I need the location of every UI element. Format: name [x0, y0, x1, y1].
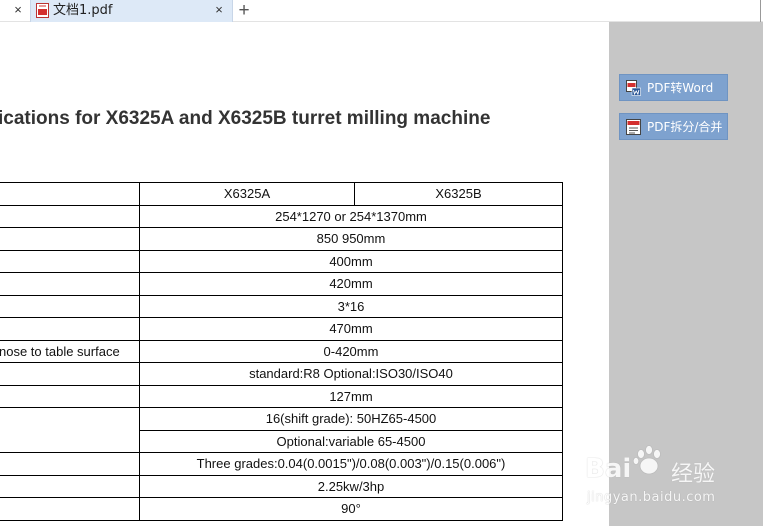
table-row: 420mm: [0, 272, 563, 296]
table-row: 400mm: [0, 249, 563, 273]
pdf-to-word-icon: [626, 80, 641, 96]
tab-document-pdf[interactable]: 文档1.pdf ×: [30, 0, 233, 22]
table-cell-value: 400mm: [139, 249, 563, 273]
table-cell-label: [0, 317, 140, 341]
watermark-url: jingyan.baidu.com: [587, 490, 716, 505]
table-cell-label: [0, 182, 140, 206]
table-cell-value: 3*16: [139, 294, 563, 318]
table-row: 254*1270 or 254*1370mm: [0, 204, 563, 228]
table-cell-value: 127mm: [139, 384, 563, 408]
column-header-x6325a: X6325A: [139, 182, 355, 206]
baidu-paw-icon: [632, 445, 661, 475]
table-cell-label: [0, 474, 140, 498]
table-cell-label: [0, 384, 140, 408]
table-row: 90°: [0, 497, 563, 521]
table-row: 470mm: [0, 317, 563, 341]
pdf-to-word-button[interactable]: PDF转Word: [619, 74, 728, 101]
table-header-row: X6325A X6325B: [0, 182, 563, 206]
table-cell-label: [0, 204, 140, 228]
table-cell-value: 420mm: [139, 272, 563, 296]
tab-title: 文档1.pdf: [53, 3, 113, 18]
table-row: standard:R8 Optional:ISO30/ISO40: [0, 362, 563, 386]
document-page: ications for X6325A and X6325B turret mi…: [0, 22, 609, 526]
watermark-logo-text: Bai: [585, 454, 632, 484]
table-cell-label: [0, 407, 140, 453]
table-row: 127mm: [0, 384, 563, 408]
table-cell-value: 16(shift grade): 50HZ65-4500: [139, 407, 563, 431]
table-cell-label: [0, 294, 140, 318]
table-row: 2.25kw/3hp: [0, 474, 563, 498]
table-cell-label: nose to table surface: [0, 339, 140, 363]
table-cell-value: Three grades:0.04(0.0015")/0.08(0.003")/…: [139, 452, 563, 476]
baidu-jingyan-watermark: Bai 经验 jingyan.baidu.com: [585, 440, 735, 520]
pdf-reader-window: × 文档1.pdf × + ications for X6325A and X6…: [0, 0, 763, 526]
column-header-x6325b: X6325B: [354, 182, 563, 206]
table-row: 16(shift grade): 50HZ65-4500: [0, 407, 563, 453]
table-cell-value: standard:R8 Optional:ISO30/ISO40: [139, 362, 563, 386]
table-cell-label: [0, 249, 140, 273]
table-cell-label: [0, 272, 140, 296]
pdf-split-merge-button[interactable]: PDF拆分/合并: [619, 113, 728, 140]
table-row: 3*16: [0, 294, 563, 318]
table-cell-value: 2.25kw/3hp: [139, 474, 563, 498]
tab-close-icon[interactable]: ×: [212, 2, 226, 18]
watermark-suffix-text: 经验: [671, 462, 716, 487]
table-row: nose to table surface 0-420mm: [0, 339, 563, 363]
tab-bar: × 文档1.pdf × +: [0, 0, 763, 22]
table-cell-label: [0, 362, 140, 386]
table-cell-value: 0-420mm: [139, 339, 563, 363]
specification-table: X6325A X6325B 254*1270 or 254*1370mm 850…: [0, 182, 563, 521]
table-row: 850 950mm: [0, 227, 563, 251]
new-tab-button[interactable]: +: [234, 0, 254, 22]
pdf-file-icon: [36, 3, 49, 18]
table-cell-value: 254*1270 or 254*1370mm: [139, 204, 563, 228]
table-cell-label: [0, 227, 140, 251]
pdf-split-merge-label: PDF拆分/合并: [647, 120, 723, 134]
pdf-split-merge-icon: [626, 119, 641, 135]
table-row: Three grades:0.04(0.0015")/0.08(0.003")/…: [0, 452, 563, 476]
table-cell-value: 470mm: [139, 317, 563, 341]
table-cell-value: Optional:variable 65-4500: [139, 429, 563, 453]
document-title: ications for X6325A and X6325B turret mi…: [0, 108, 491, 129]
table-cell-value: 90°: [139, 497, 563, 521]
previous-tab-close-icon[interactable]: ×: [10, 2, 26, 18]
table-cell-value: 850 950mm: [139, 227, 563, 251]
table-cell-label: [0, 452, 140, 476]
pdf-to-word-label: PDF转Word: [647, 81, 714, 95]
table-cell-label: [0, 497, 140, 521]
